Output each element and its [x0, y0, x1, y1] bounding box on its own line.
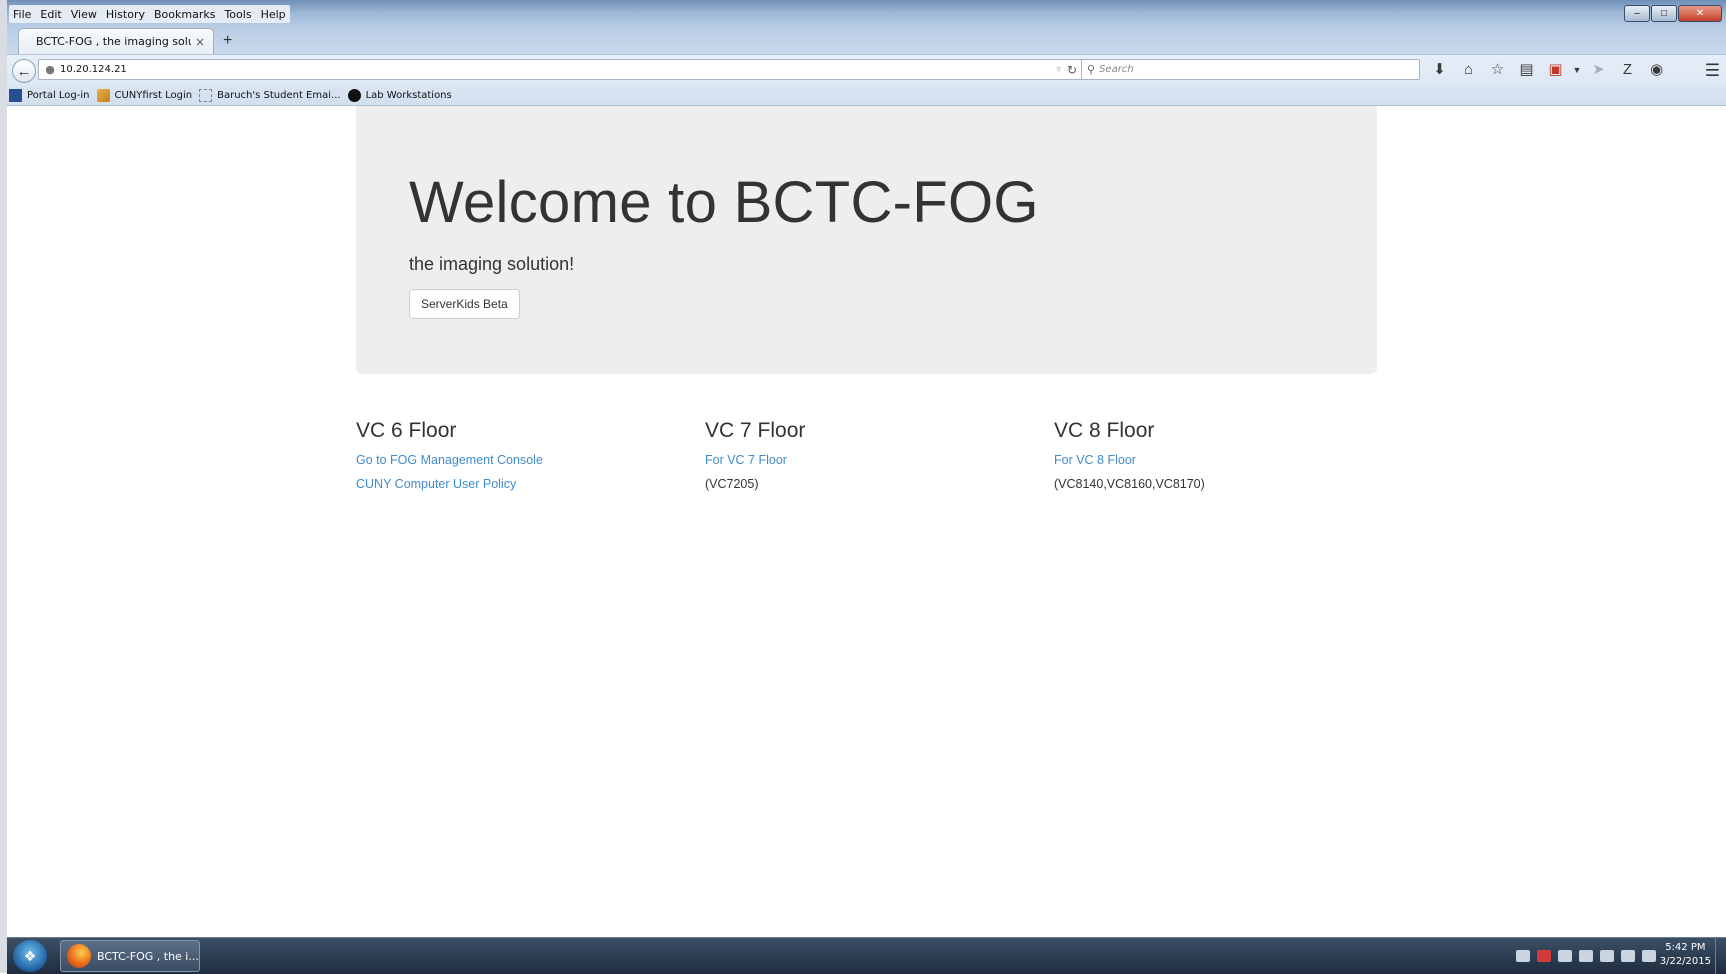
column-vc8: VC 8 Floor For VC 8 Floor (VC8140,VC8160…: [1054, 419, 1205, 491]
tray-network-icon[interactable]: [1579, 950, 1593, 962]
bookmark-cunyfirst-login[interactable]: CUNYfirst Login: [96, 88, 193, 102]
search-input[interactable]: ⚲ Search: [1081, 59, 1420, 80]
taskbar: ❖ BCTC-FOG , the i... 5:42 PM 3/22/2015: [7, 937, 1726, 974]
tab-bctc-fog[interactable]: BCTC-FOG , the imaging soluti... ×: [18, 28, 214, 54]
menu-edit[interactable]: Edit: [40, 8, 61, 21]
clock-time: 5:42 PM: [1665, 942, 1706, 953]
page-icon: [199, 88, 213, 102]
jumbotron: Welcome to BCTC-FOG the imaging solution…: [356, 106, 1377, 374]
toolbar-icons: ⬇ ⌂ ☆ ▤ ▣ ▼ ➤ Z ◉: [1425, 61, 1671, 79]
bookmark-baruch-email[interactable]: Baruch's Student Emai...: [199, 88, 341, 102]
home-icon[interactable]: ⌂: [1454, 61, 1483, 79]
bookmark-label: Portal Log-in: [27, 89, 90, 101]
cuny-user-policy-link[interactable]: CUNY Computer User Policy: [356, 477, 543, 491]
bookmarks-toolbar: Portal Log-in CUNYfirst Login Baruch's S…: [7, 85, 1726, 106]
menu-help[interactable]: Help: [261, 8, 286, 21]
search-placeholder: Search: [1099, 64, 1134, 75]
tray-shield-icon[interactable]: [1537, 950, 1551, 962]
tray-device-icon[interactable]: [1621, 950, 1635, 962]
hamburger-menu-icon[interactable]: ☰: [1705, 61, 1720, 81]
minimize-button[interactable]: –: [1624, 5, 1650, 22]
cuny-icon: [96, 88, 110, 102]
page-subtitle: the imaging solution!: [409, 254, 575, 274]
reading-list-icon[interactable]: ▤: [1512, 61, 1541, 79]
menu-tools[interactable]: Tools: [224, 8, 251, 21]
menu-history[interactable]: History: [106, 8, 145, 21]
download-icon[interactable]: ⬇: [1425, 61, 1454, 79]
tab-close-icon[interactable]: ×: [195, 35, 205, 49]
start-button[interactable]: ❖: [13, 940, 47, 972]
addon-icon[interactable]: ▣: [1541, 61, 1570, 79]
column-heading: VC 7 Floor: [705, 419, 806, 442]
show-desktop-button[interactable]: [1715, 938, 1726, 974]
bookmark-star-icon[interactable]: ☆: [1483, 61, 1512, 79]
serverkids-beta-button[interactable]: ServerKids Beta: [409, 289, 520, 319]
tab-strip: BCTC-FOG , the imaging soluti... × +: [7, 27, 1726, 54]
chat-icon[interactable]: ◉: [1642, 61, 1671, 79]
column-vc6: VC 6 Floor Go to FOG Management Console …: [356, 419, 543, 491]
zotero-icon[interactable]: Z: [1613, 61, 1642, 79]
bookmark-lab-workstations[interactable]: Lab Workstations: [347, 88, 452, 102]
portal-icon: [9, 88, 22, 102]
column-heading: VC 8 Floor: [1054, 419, 1155, 442]
maximize-button[interactable]: □: [1651, 5, 1677, 22]
vc8-floor-link[interactable]: For VC 8 Floor: [1054, 453, 1205, 467]
url-text: 10.20.124.21: [60, 64, 127, 75]
menu-file[interactable]: File: [13, 8, 31, 21]
navigation-bar: ← ● 10.20.124.21 ▿ ↻ ⚲ Search ⬇ ⌂ ☆ ▤ ▣ …: [7, 54, 1726, 86]
site-identity-icon[interactable]: ●: [43, 63, 57, 76]
menu-view[interactable]: View: [71, 8, 97, 21]
globe-icon: [347, 88, 361, 102]
search-icon: ⚲: [1087, 63, 1096, 76]
vc7-floor-link[interactable]: For VC 7 Floor: [705, 453, 805, 467]
tab-title: BCTC-FOG , the imaging soluti...: [36, 35, 191, 48]
column-vc7: VC 7 Floor For VC 7 Floor (VC7205): [705, 419, 805, 491]
bookmark-label: Baruch's Student Emai...: [217, 89, 341, 101]
taskbar-firefox-item[interactable]: BCTC-FOG , the i...: [60, 940, 200, 972]
system-tray: [1509, 950, 1656, 962]
column-heading: VC 6 Floor: [356, 419, 457, 442]
url-dropdown-icon[interactable]: ▿: [1056, 65, 1061, 75]
windows-logo-icon: ❖: [23, 947, 37, 964]
close-window-button[interactable]: ✕: [1678, 5, 1722, 22]
clock-date: 3/22/2015: [1659, 956, 1711, 967]
addon-dropdown-icon[interactable]: ▼: [1570, 61, 1584, 79]
reload-icon[interactable]: ↻: [1067, 63, 1077, 77]
new-tab-button[interactable]: +: [223, 32, 232, 50]
tray-monitor-icon[interactable]: [1600, 950, 1614, 962]
vc8-rooms: (VC8140,VC8160,VC8170): [1054, 477, 1205, 491]
back-arrow-icon: ←: [16, 62, 32, 80]
tray-app-icon[interactable]: [1558, 950, 1572, 962]
page-title: Welcome to BCTC-FOG: [409, 170, 1039, 235]
bookmark-label: Lab Workstations: [365, 89, 452, 101]
title-bar: File Edit View History Bookmarks Tools H…: [7, 0, 1726, 27]
tray-volume-icon[interactable]: [1642, 950, 1656, 962]
taskbar-clock[interactable]: 5:42 PM 3/22/2015: [1660, 941, 1711, 969]
menu-bar: File Edit View History Bookmarks Tools H…: [9, 5, 290, 23]
address-bar[interactable]: ● 10.20.124.21 ▿ ↻: [38, 59, 1083, 80]
tray-flag-icon[interactable]: [1516, 950, 1530, 962]
firefox-icon: [67, 944, 91, 968]
vc7-rooms: (VC7205): [705, 477, 759, 491]
back-button[interactable]: ←: [12, 59, 36, 83]
fog-management-console-link[interactable]: Go to FOG Management Console: [356, 453, 543, 467]
menu-bookmarks[interactable]: Bookmarks: [154, 8, 215, 21]
taskbar-item-label: BCTC-FOG , the i...: [97, 949, 199, 963]
window-left-edge: [0, 0, 7, 973]
send-icon[interactable]: ➤: [1584, 61, 1613, 79]
window-controls: – □ ✕: [1623, 5, 1722, 22]
bookmark-label: CUNYfirst Login: [114, 89, 193, 101]
bookmark-portal-login[interactable]: Portal Log-in: [9, 88, 90, 102]
